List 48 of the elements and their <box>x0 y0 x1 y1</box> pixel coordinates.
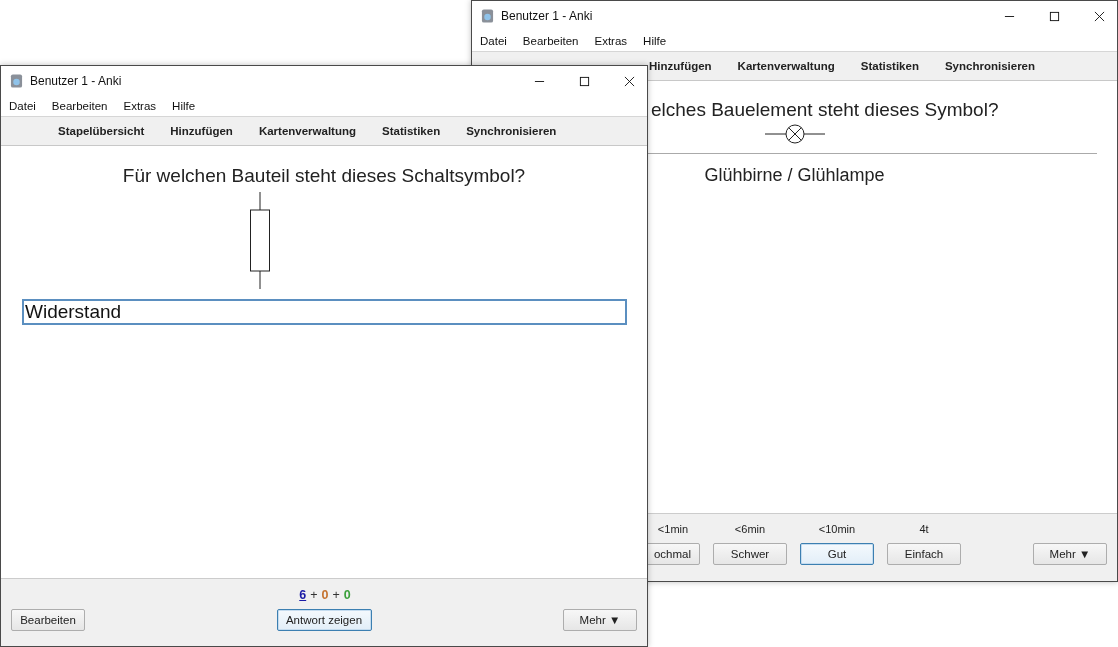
toolbar-link[interactable]: Statistiken <box>382 125 441 137</box>
menu-item[interactable]: Hilfe <box>172 100 196 112</box>
app-icon <box>481 8 494 24</box>
menu-item[interactable]: Datei <box>9 100 36 112</box>
toolbar-link[interactable]: Synchronisieren <box>944 60 1036 72</box>
toolbar-link[interactable]: Kartenverwaltung <box>737 60 835 72</box>
plus-sign: + <box>332 588 340 603</box>
maximize-icon[interactable] <box>579 75 590 87</box>
edit-button[interactable]: Bearbeiten <box>11 609 85 631</box>
ease-button[interactable]: ochmal <box>646 543 700 565</box>
question-text: Für welchen Bauteil steht dieses Schaltsymbol? <box>122 165 526 187</box>
lamp-symbol-icon <box>764 124 825 144</box>
more-button[interactable]: Mehr ▼ <box>1033 543 1107 565</box>
menu-item[interactable]: Bearbeiten <box>522 35 579 47</box>
card-count: 0 <box>321 588 329 603</box>
toolbar-link[interactable]: Statistiken <box>860 60 919 72</box>
resistor-symbol-icon <box>249 192 271 289</box>
interval-label: <1min <box>657 523 689 537</box>
toolbar-link[interactable]: Hinzufügen <box>170 125 233 137</box>
interval-label: <10min <box>818 523 856 537</box>
toolbar-link[interactable]: Synchronisieren <box>466 125 557 137</box>
menu-item[interactable]: Hilfe <box>643 35 667 47</box>
interval-label: <6min <box>734 523 766 537</box>
card-count: 0 <box>343 588 351 603</box>
ease-button[interactable]: Einfach <box>887 543 961 565</box>
more-button[interactable]: Mehr ▼ <box>563 609 637 631</box>
toolbar-link[interactable]: Hinzufügen <box>649 60 712 72</box>
menu-item[interactable]: Bearbeiten <box>51 100 108 112</box>
plus-sign: + <box>310 588 318 603</box>
ease-button[interactable]: Schwer <box>713 543 787 565</box>
close-icon[interactable] <box>624 75 635 87</box>
toolbar-link[interactable]: Kartenverwaltung <box>258 125 357 137</box>
interval-label: 4t <box>919 523 929 537</box>
show-answer-button[interactable]: Antwort zeigen <box>276 609 372 631</box>
window-title: Benutzer 1 - Anki <box>501 9 593 23</box>
answer-input-field[interactable]: Widerstand <box>22 299 627 325</box>
menu-item[interactable]: Extras <box>123 100 157 112</box>
answer-text: Glühbirne / Glühlampe <box>704 165 885 186</box>
menu-item[interactable]: Datei <box>480 35 507 47</box>
toolbar-link[interactable]: Stapelübersicht <box>58 125 145 137</box>
window-title: Benutzer 1 - Anki <box>30 74 122 88</box>
menu-item[interactable]: Extras <box>594 35 628 47</box>
maximize-icon[interactable] <box>1049 10 1060 22</box>
question-text: elches Bauelement steht dieses Symbol? <box>651 99 999 121</box>
ease-button[interactable]: Gut <box>800 543 874 565</box>
app-icon <box>10 73 23 89</box>
card-count[interactable]: 6 <box>299 588 307 603</box>
close-icon[interactable] <box>1094 10 1105 22</box>
